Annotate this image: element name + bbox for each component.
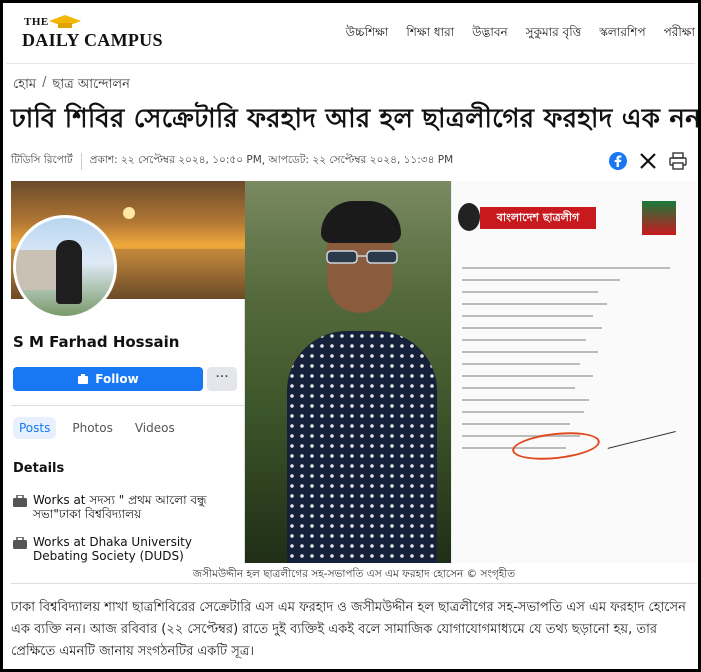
graduation-cap-icon — [49, 15, 81, 28]
article-meta: টিডিসি রিপোর্ট প্রকাশ: ২২ সেপ্টেম্বর ২০২… — [11, 149, 688, 173]
hair-shape — [321, 201, 401, 243]
shirt-shape — [287, 331, 437, 563]
work-item: Works at Dhaka University Debating Socie… — [13, 535, 241, 563]
nav-item-education[interactable]: শিক্ষা ধারা — [406, 24, 454, 44]
nav-item-scholarship[interactable]: স্কলারশিপ — [599, 24, 645, 44]
details-heading: Details — [13, 461, 65, 476]
facebook-icon[interactable] — [608, 151, 628, 171]
main-nav: উচ্চশিক্ষা শিক্ষা ধারা উদ্ভাবন সুকুমার ব… — [346, 24, 695, 44]
more-options-button: ··· — [207, 367, 237, 391]
image-caption: জসীমউদ্দীন হল ছাত্রলীগের সহ-সভাপতি এস এম… — [192, 568, 516, 580]
nav-item-innovation[interactable]: উদ্ভাবন — [472, 24, 508, 44]
sunglasses-icon — [326, 250, 398, 264]
document-banner: বাংলাদেশ ছাত্রলীগ — [480, 207, 596, 229]
follow-label: Follow — [95, 372, 139, 386]
avatar-person-shape — [56, 240, 82, 304]
facebook-profile-screenshot: S M Farhad Hossain Follow ··· Posts Phot… — [11, 181, 245, 563]
article-title: ঢাবি শিবির সেক্রেটারি ফরহাদ আর হল ছাত্রল… — [11, 104, 701, 134]
profile-tabs: Posts Photos Videos — [13, 417, 181, 439]
share-bar — [608, 151, 688, 171]
page-frame: THE DAILY CAMPUS উচ্চশিক্ষা শিক্ষা ধারা … — [0, 0, 701, 672]
article-author[interactable]: টিডিসি রিপোর্ট — [11, 152, 82, 170]
briefcase-icon — [13, 537, 27, 549]
caption-divider — [11, 583, 697, 584]
nav-item-exam[interactable]: পরীক্ষা — [664, 24, 695, 44]
breadcrumb-section[interactable]: ছাত্র আন্দোলন — [52, 75, 129, 96]
x-icon[interactable] — [638, 151, 658, 171]
work-item-label: Works at সদস্য " প্রথম আলো বন্ধু সভা"ঢাক… — [33, 493, 207, 521]
follow-icon — [78, 374, 89, 384]
avatar — [13, 215, 117, 319]
site-logo[interactable]: THE DAILY CAMPUS — [22, 14, 162, 58]
seal-icon — [458, 203, 480, 231]
article-image[interactable]: S M Farhad Hossain Follow ··· Posts Phot… — [11, 181, 697, 563]
logo-main-text: DAILY CAMPUS — [22, 30, 163, 50]
article-body: ঢাকা বিশ্ববিদ্যালয় শাখা ছাত্রশিবিরের সে… — [11, 600, 686, 659]
committee-document: বাংলাদেশ ছাত্রলীগ — [451, 181, 697, 563]
avatar-building-shape — [16, 250, 56, 290]
logo-the-text: THE — [24, 16, 49, 28]
tab-photos: Photos — [72, 421, 113, 435]
work-item: Works at সদস্য " প্রথম আলো বন্ধু সভা"ঢাক… — [13, 493, 241, 521]
breadcrumb-home[interactable]: হোম — [13, 75, 36, 96]
follow-button: Follow — [13, 367, 203, 391]
sun-shape — [123, 207, 135, 219]
portrait-thumbnail — [642, 201, 676, 235]
portrait-photo — [245, 181, 451, 563]
breadcrumb: হোম / ছাত্র আন্দোলন — [13, 75, 130, 96]
nav-item-higher-education[interactable]: উচ্চশিক্ষা — [346, 24, 389, 44]
article-updated: আপডেট: ২২ সেপ্টেম্বর ২০২৪, ১১:৩৪ PM — [268, 153, 454, 166]
divider — [11, 405, 245, 406]
tab-videos: Videos — [134, 421, 175, 435]
profile-name: S M Farhad Hossain — [13, 333, 180, 351]
site-header: THE DAILY CAMPUS উচ্চশিক্ষা শিক্ষা ধারা … — [6, 6, 695, 64]
work-item-label: Works at Dhaka University Debating Socie… — [33, 535, 192, 563]
article-published: প্রকাশ: ২২ সেপ্টেম্বর ২০২৪, ১০:৫০ PM — [89, 153, 262, 166]
briefcase-icon — [13, 495, 27, 507]
nav-item-arts[interactable]: সুকুমার বৃত্তি — [526, 24, 582, 44]
tab-posts: Posts — [13, 417, 57, 439]
print-icon[interactable] — [668, 151, 688, 171]
breadcrumb-separator: / — [42, 75, 47, 90]
